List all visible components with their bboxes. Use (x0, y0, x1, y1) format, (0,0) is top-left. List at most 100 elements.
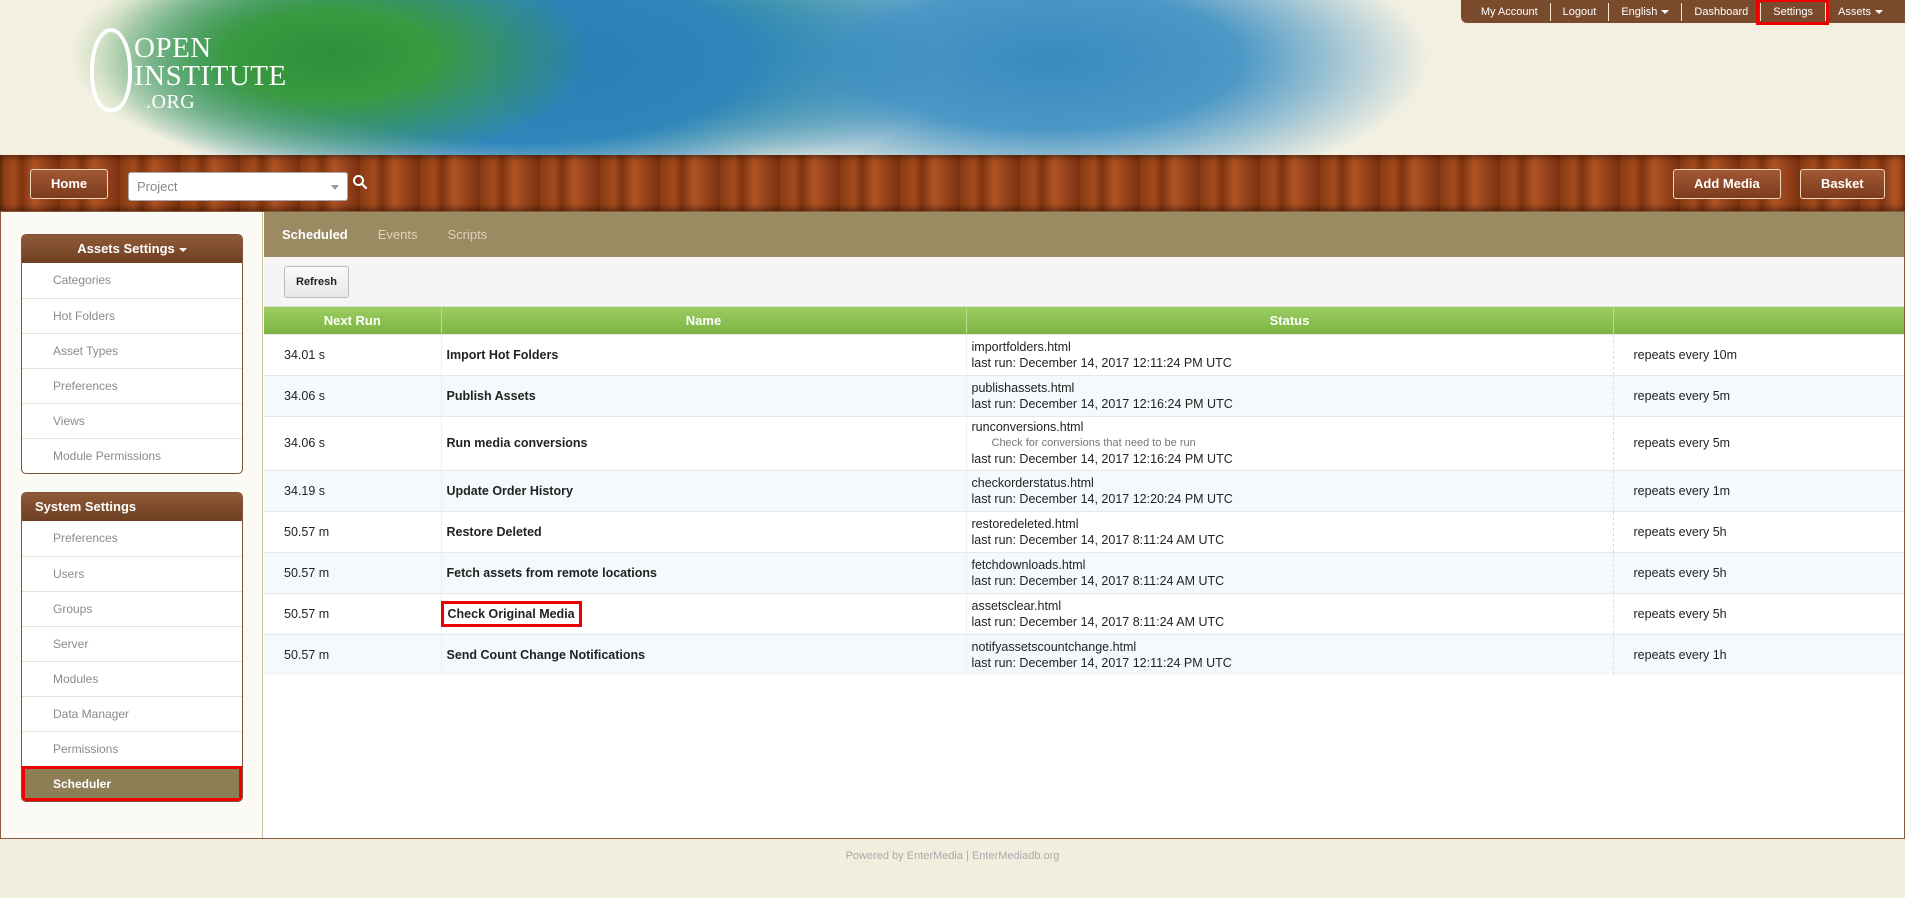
assets-settings-panel: Assets Settings Categories Hot Folders A… (21, 234, 243, 474)
sidebar-item-asset-preferences[interactable]: Preferences (22, 368, 242, 403)
sidebar-item-data-manager[interactable]: Data Manager (22, 696, 242, 731)
sidebar-item-system-preferences[interactable]: Preferences (22, 521, 242, 556)
footer: Powered by EnterMedia | EnterMediadb.org (0, 850, 1905, 862)
scheduler-toolbar: Refresh (264, 257, 1904, 307)
script-name: notifyassetscountchange.html (971, 639, 1137, 654)
tab-events[interactable]: Events (378, 227, 418, 242)
repeat-cell: repeats every 5h (1612, 510, 1904, 552)
task-name-cell[interactable]: Update Order History (440, 469, 966, 511)
status-cell: publishassets.html last run: December 14,… (965, 374, 1613, 416)
chevron-down-icon (331, 185, 339, 190)
sidebar-item-asset-types[interactable]: Asset Types (22, 333, 242, 368)
task-name-cell[interactable]: Import Hot Folders (440, 333, 966, 375)
caret-down-icon (1661, 9, 1670, 14)
topnav-dashboard[interactable]: Dashboard (1681, 2, 1760, 21)
caret-down-icon (178, 247, 187, 252)
script-name: checkorderstatus.html (971, 475, 1094, 490)
last-run-text: last run: December 14, 2017 12:11:24 PM … (971, 655, 1232, 670)
script-name: assetsclear.html (971, 598, 1062, 613)
main-toolbar: Home Project Add Media Basket (0, 155, 1905, 211)
task-name-highlighted[interactable]: Check Original Media (440, 600, 582, 627)
topnav-logout[interactable]: Logout (1549, 2, 1609, 21)
sidebar: Assets Settings Categories Hot Folders A… (1, 212, 263, 838)
table-row[interactable]: 34.06 s Run media conversions runconvers… (264, 415, 1904, 470)
table-row[interactable]: 34.06 s Publish Assets publishassets.htm… (264, 374, 1904, 416)
sidebar-item-server[interactable]: Server (22, 626, 242, 661)
sidebar-item-permissions[interactable]: Permissions (22, 731, 242, 766)
topnav-settings[interactable]: Settings (1756, 0, 1829, 25)
last-run-text: last run: December 14, 2017 12:16:24 PM … (971, 452, 1233, 466)
table-row[interactable]: 34.19 s Update Order History checkorders… (264, 469, 1904, 511)
table-row[interactable]: 34.01 s Import Hot Folders importfolders… (264, 333, 1904, 375)
script-name: restoredeleted.html (971, 516, 1079, 531)
tab-bar: Scheduled Events Scripts (264, 212, 1904, 257)
basket-button[interactable]: Basket (1800, 169, 1885, 199)
home-button[interactable]: Home (30, 169, 109, 199)
sidebar-item-views[interactable]: Views (22, 403, 242, 438)
scheduler-table: Next Run Name Status 34.01 s Import Hot … (264, 307, 1904, 675)
table-row[interactable]: 50.57 m Send Count Change Notifications … (264, 633, 1904, 675)
repeat-cell: repeats every 5h (1612, 551, 1904, 593)
header-name[interactable]: Name (440, 307, 966, 334)
next-run-cell: 50.57 m (264, 592, 441, 634)
assets-settings-title: Assets Settings (77, 241, 175, 256)
project-select[interactable]: Project (128, 172, 348, 201)
logo-text-line2: INSTITUTE (134, 60, 287, 92)
status-cell: checkorderstatus.html last run: December … (965, 469, 1613, 511)
header-status[interactable]: Status (965, 307, 1613, 334)
topnav-assets[interactable]: Assets (1824, 2, 1895, 21)
task-name-cell[interactable]: Restore Deleted (440, 510, 966, 552)
table-row[interactable]: 50.57 m Fetch assets from remote locatio… (264, 551, 1904, 593)
footer-credits[interactable]: Powered by EnterMedia | EnterMediadb.org (846, 850, 1060, 862)
last-run-text: last run: December 14, 2017 12:11:24 PM … (971, 355, 1232, 370)
open-institute-logo[interactable]: OPEN INSTITUTE .ORG (90, 28, 320, 118)
script-name: runconversions.html (971, 420, 1084, 434)
refresh-button[interactable]: Refresh (284, 266, 349, 298)
task-name-cell[interactable]: Fetch assets from remote locations (440, 551, 966, 593)
next-run-cell: 34.01 s (264, 333, 441, 375)
header-next-run[interactable]: Next Run (264, 307, 441, 334)
sidebar-item-users[interactable]: Users (22, 556, 242, 591)
tab-scheduled[interactable]: Scheduled (282, 227, 348, 242)
table-header-row: Next Run Name Status (264, 307, 1904, 334)
sidebar-item-scheduler[interactable]: Scheduler (22, 766, 242, 801)
status-cell: notifyassetscountchange.html last run: De… (965, 633, 1613, 675)
caret-down-icon (1875, 9, 1883, 14)
system-settings-list: Preferences Users Groups Server Modules … (22, 521, 242, 801)
repeat-cell: repeats every 5m (1612, 374, 1904, 416)
task-name-cell[interactable]: Check Original Media (440, 592, 966, 634)
sidebar-item-categories[interactable]: Categories (22, 263, 242, 298)
topnav-my-account[interactable]: My Account (1469, 3, 1550, 21)
sidebar-item-hot-folders[interactable]: Hot Folders (22, 298, 242, 333)
task-name-cell[interactable]: Run media conversions (440, 415, 966, 470)
script-name: publishassets.html (971, 380, 1075, 395)
tab-scripts[interactable]: Scripts (448, 227, 488, 242)
next-run-cell: 34.19 s (264, 469, 441, 511)
status-cell: importfolders.html last run: December 14,… (965, 333, 1613, 375)
status-cell: restoredeleted.html last run: December 14… (965, 510, 1613, 552)
table-row[interactable]: 50.57 m Check Original Media assetsclear… (264, 592, 1904, 634)
repeat-cell: repeats every 10m (1612, 333, 1904, 375)
task-name-cell[interactable]: Send Count Change Notifications (440, 633, 966, 675)
top-nav: My Account Logout English Dashboard Sett… (1460, 0, 1905, 25)
status-cell: fetchdownloads.html last run: December 14… (965, 551, 1613, 593)
assets-settings-list: Categories Hot Folders Asset Types Prefe… (22, 263, 242, 473)
main-content: Scheduled Events Scripts Refresh Next Ru… (264, 212, 1904, 838)
search-icon[interactable] (352, 174, 368, 190)
sidebar-item-modules[interactable]: Modules (22, 661, 242, 696)
repeat-cell: repeats every 1h (1612, 633, 1904, 675)
sidebar-item-module-permissions[interactable]: Module Permissions (22, 438, 242, 473)
add-media-button[interactable]: Add Media (1673, 169, 1781, 199)
table-row[interactable]: 50.57 m Restore Deleted restoredeleted.h… (264, 510, 1904, 552)
topnav-language[interactable]: English (1608, 2, 1681, 21)
project-select-placeholder: Project (137, 179, 178, 194)
last-run-text: last run: December 14, 2017 12:16:24 PM … (971, 396, 1233, 411)
logo-text-line1: OPEN (134, 32, 212, 64)
assets-settings-header[interactable]: Assets Settings (22, 235, 242, 263)
system-settings-header: System Settings (22, 493, 242, 521)
sidebar-item-groups[interactable]: Groups (22, 591, 242, 626)
next-run-cell: 50.57 m (264, 551, 441, 593)
repeat-cell: repeats every 1m (1612, 469, 1904, 511)
header-repeat (1612, 307, 1904, 334)
task-name-cell[interactable]: Publish Assets (440, 374, 966, 416)
